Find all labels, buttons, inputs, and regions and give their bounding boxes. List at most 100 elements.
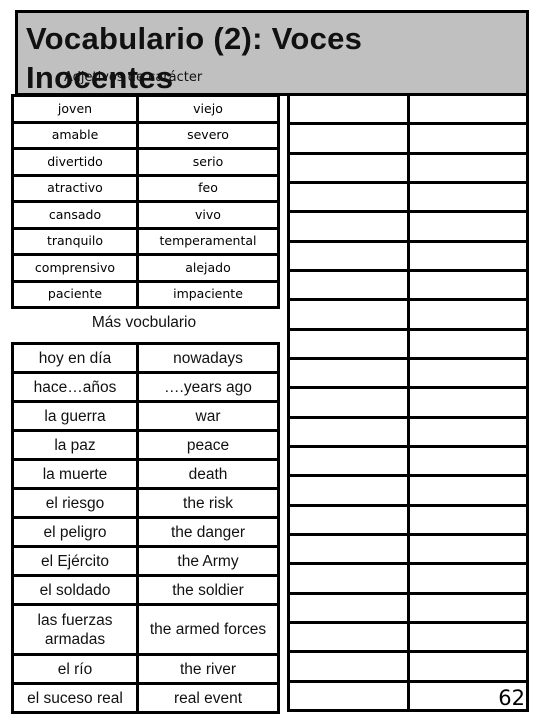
adjective-cell: paciente [11,279,139,309]
blank-cell [406,591,529,624]
table-row: la guerra war [11,400,280,432]
blank-cell [287,122,410,155]
blank-cell [406,415,529,448]
blank-cell [287,151,410,185]
blank-cell [406,268,529,302]
table-row: la paz peace [11,429,280,461]
english-translation-cell: nowadays [136,342,280,374]
blank-row [287,356,529,390]
table-row: atractivo feo [11,173,280,203]
adjective-cell: cansado [11,200,139,230]
page-subtitle: Adjetivos de carácter [64,70,203,85]
adjective-cell: divertido [11,147,139,177]
blank-cell [287,679,410,713]
blank-cell [287,591,410,624]
opposite-adjective-cell: temperamental [136,226,280,256]
blank-row [287,650,529,683]
english-translation-cell: the Army [136,545,280,577]
table-row: comprensivo alejado [11,253,280,283]
blank-cell [287,92,410,126]
worksheet-page: 62 Vocabulario (2): Voces Inocentes Adje… [0,0,540,720]
english-translation-cell: war [136,400,280,432]
opposite-adjective-cell: vivo [136,200,280,230]
blank-cell [287,474,410,507]
english-translation-cell: peace [136,429,280,461]
blank-row [287,503,529,536]
blank-row [287,562,529,595]
table-row: divertido serio [11,147,280,177]
blank-cell [287,562,410,595]
blank-row [287,122,529,155]
adjective-cell: atractivo [11,173,139,203]
table-row: las fuerzas armadas the armed forces [11,603,280,656]
adjective-cell: joven [11,94,139,124]
blank-row [287,239,529,272]
blank-cell [287,210,410,243]
blank-cell [406,386,529,419]
spanish-term-cell: la guerra [11,400,139,432]
blank-cell [287,503,410,536]
blank-row [287,180,529,214]
blank-row [287,386,529,419]
opposite-adjective-cell: viejo [136,94,280,124]
opposite-adjective-cell: serio [136,147,280,177]
page-title: Vocabulario (2): Voces Inocentes [26,21,363,95]
blank-cell [287,327,410,360]
blank-cell [287,239,410,272]
table-row: paciente impaciente [11,279,280,309]
table-row: cansado vivo [11,200,280,230]
spanish-term-cell: la paz [11,429,139,461]
blank-row [287,151,529,185]
spanish-term-cell: el suceso real [11,682,139,714]
blank-row [287,268,529,302]
blank-answer-grid: 62 [287,92,529,713]
blank-cell [406,298,529,331]
spanish-term-cell: hace…años [11,371,139,403]
blank-cell [287,386,410,419]
blank-cell [406,532,529,566]
blank-cell [406,122,529,155]
blank-cell [406,650,529,683]
blank-cell [406,356,529,390]
title-box: Vocabulario (2): Voces Inocentes Adjetiv… [15,10,529,96]
spanish-term-cell: las fuerzas armadas [11,603,139,656]
blank-row [287,210,529,243]
blank-row [287,532,529,566]
table-row: tranquilo temperamental [11,226,280,256]
table-row: hace…años ….years ago [11,371,280,403]
table-row: el río the river [11,653,280,685]
blank-cell [406,180,529,214]
blank-cell [406,444,529,478]
spanish-term-cell: hoy en día [11,342,139,374]
english-translation-cell: the armed forces [136,603,280,656]
blank-row [287,298,529,331]
blank-row [287,591,529,624]
english-translation-cell: real event [136,682,280,714]
adjectives-table: joven viejo amable severo divertido serio atra… [11,94,280,309]
english-translation-cell: ….years ago [136,371,280,403]
section-heading-more-vocab: Más vocbulario [91,314,197,331]
spanish-term-cell: el río [11,653,139,685]
blank-cell [406,503,529,536]
blank-cell [406,474,529,507]
adjective-cell: tranquilo [11,226,139,256]
blank-row [287,620,529,654]
english-translation-cell: the danger [136,516,280,548]
table-row: el suceso real real event [11,682,280,714]
table-row: la muerte death [11,458,280,490]
blank-cell [287,180,410,214]
blank-row: 62 [287,679,529,713]
blank-row [287,327,529,360]
blank-cell [406,562,529,595]
english-translation-cell: the soldier [136,574,280,606]
spanish-term-cell: el Ejército [11,545,139,577]
blank-cell [406,210,529,243]
adjective-cell: comprensivo [11,253,139,283]
spanish-term-cell: la muerte [11,458,139,490]
blank-cell [287,650,410,683]
blank-cell [406,151,529,185]
spanish-term-cell: el peligro [11,516,139,548]
table-row: el Ejército the Army [11,545,280,577]
table-row: el peligro the danger [11,516,280,548]
blank-cell [287,356,410,390]
